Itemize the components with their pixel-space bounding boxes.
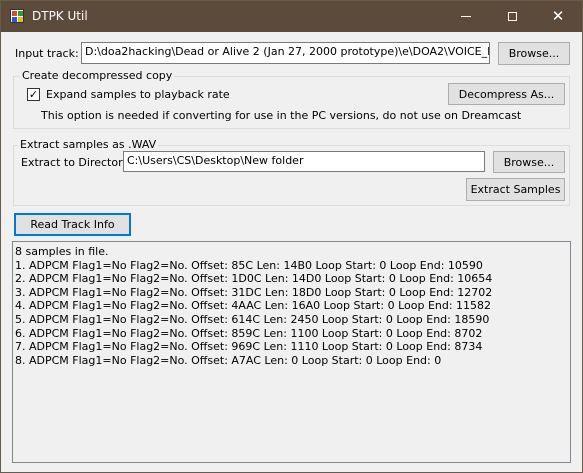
- dtpk-util-window: DTPK Util ✕ Input track: D:\doa2hacking\…: [0, 0, 583, 473]
- extract-dir-field[interactable]: C:\Users\CS\Desktop\New folder: [123, 151, 485, 172]
- app-icon: [10, 9, 24, 23]
- output-line: 1. ADPCM Flag1=No Flag2=No. Offset: 85C …: [15, 258, 483, 272]
- maximize-button[interactable]: [489, 1, 535, 32]
- close-icon: ✕: [551, 7, 565, 25]
- extract-dir-label: Extract to Directory:: [21, 156, 133, 169]
- title-bar[interactable]: DTPK Util ✕: [1, 1, 582, 32]
- window-title: DTPK Util: [32, 9, 88, 23]
- expand-samples-checkbox[interactable]: ✓: [27, 88, 40, 101]
- output-line: 8 samples in file.: [15, 245, 109, 258]
- output-line: 8. ADPCM Flag1=No Flag2=No. Offset: A7AC…: [15, 353, 442, 367]
- output-line: 7. ADPCM Flag1=No Flag2=No. Offset: 969C…: [15, 340, 483, 354]
- track-info-output[interactable]: 8 samples in file. 1. ADPCM Flag1=No Fla…: [12, 241, 571, 463]
- output-line: 5. ADPCM Flag1=No Flag2=No. Offset: 614C…: [15, 312, 490, 326]
- extract-samples-button[interactable]: Extract Samples: [466, 178, 565, 201]
- maximize-icon: [507, 12, 517, 21]
- minimize-button[interactable]: [443, 1, 489, 32]
- output-line: 3. ADPCM Flag1=No Flag2=No. Offset: 31DC…: [15, 285, 493, 299]
- expand-samples-label[interactable]: Expand samples to playback rate: [46, 88, 230, 101]
- output-line: 6. ADPCM Flag1=No Flag2=No. Offset: 859C…: [15, 326, 483, 340]
- output-scrollbar[interactable]: [553, 242, 570, 462]
- decompress-group-title: Create decompressed copy: [20, 69, 175, 82]
- input-track-label: Input track:: [15, 47, 79, 60]
- extract-group-title: Extract samples as .WAV: [18, 138, 159, 151]
- decompress-note: This option is needed if converting for …: [41, 109, 522, 122]
- read-track-info-button[interactable]: Read Track Info: [14, 213, 131, 236]
- minimize-icon: [461, 16, 471, 17]
- decompress-as-button[interactable]: Decompress As...: [448, 83, 565, 105]
- output-line: 4. ADPCM Flag1=No Flag2=No. Offset: 4AAC…: [15, 299, 492, 313]
- input-browse-button[interactable]: Browse...: [498, 42, 570, 65]
- output-line: 2. ADPCM Flag1=No Flag2=No. Offset: 1D0C…: [15, 272, 493, 286]
- extract-browse-button[interactable]: Browse...: [493, 151, 565, 173]
- input-track-field[interactable]: D:\doa2hacking\Dead or Alive 2 (Jan 27, …: [81, 42, 490, 64]
- close-button[interactable]: ✕: [535, 1, 581, 32]
